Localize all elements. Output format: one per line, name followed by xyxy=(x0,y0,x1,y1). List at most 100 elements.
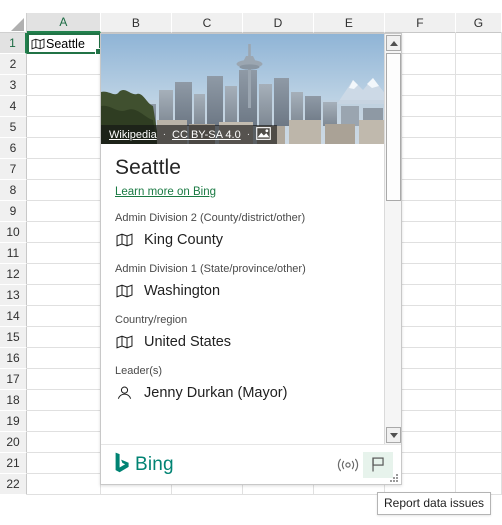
cell-G11[interactable] xyxy=(456,243,502,264)
cell-G15[interactable] xyxy=(456,327,502,348)
map-icon xyxy=(115,233,133,247)
cell-A12[interactable] xyxy=(27,264,101,285)
row-header-20[interactable]: 20 xyxy=(0,432,27,453)
row-header-13[interactable]: 13 xyxy=(0,285,27,306)
cell-G7[interactable] xyxy=(456,159,502,180)
learn-more-on-bing-link[interactable]: Learn more on Bing xyxy=(115,186,216,198)
card-field-value: Washington xyxy=(144,283,221,299)
cell-A16[interactable] xyxy=(27,348,101,369)
card-field-value-row: King County xyxy=(115,230,401,250)
cell-G17[interactable] xyxy=(456,369,502,390)
column-header-f[interactable]: F xyxy=(385,13,456,33)
cell-G8[interactable] xyxy=(456,180,502,201)
cell-A8[interactable] xyxy=(27,180,101,201)
row-header-4[interactable]: 4 xyxy=(0,96,27,117)
column-header-d[interactable]: D xyxy=(243,13,314,33)
row-header-label: 20 xyxy=(6,435,20,449)
cell-A21[interactable] xyxy=(27,453,101,474)
column-header-label: C xyxy=(202,15,212,30)
row-header-14[interactable]: 14 xyxy=(0,306,27,327)
cell-G20[interactable] xyxy=(456,432,502,453)
cell-G5[interactable] xyxy=(456,117,502,138)
row-header-8[interactable]: 8 xyxy=(0,180,27,201)
cell-G4[interactable] xyxy=(456,96,502,117)
cell-A14[interactable] xyxy=(27,306,101,327)
column-header-e[interactable]: E xyxy=(314,13,385,33)
cell-A19[interactable] xyxy=(27,411,101,432)
cell-G6[interactable] xyxy=(456,138,502,159)
cell-A20[interactable] xyxy=(27,432,101,453)
scroll-down-arrow-icon[interactable] xyxy=(386,427,401,443)
column-header-a[interactable]: A xyxy=(27,13,101,33)
row-header-5[interactable]: 5 xyxy=(0,117,27,138)
refresh-data-icon[interactable] xyxy=(333,452,363,478)
cell-A10[interactable] xyxy=(27,222,101,243)
row-header-3[interactable]: 3 xyxy=(0,75,27,96)
cell-A2[interactable] xyxy=(27,54,101,75)
image-icon[interactable] xyxy=(256,126,271,143)
row-header-1[interactable]: 1 xyxy=(0,33,27,54)
row-header-label: 7 xyxy=(9,162,17,176)
row-header-2[interactable]: 2 xyxy=(0,54,27,75)
column-header-label: B xyxy=(131,15,141,30)
card-field-label: Admin Division 2 (County/district/other) xyxy=(115,212,306,224)
row-header-17[interactable]: 17 xyxy=(0,369,27,390)
attribution-source-link[interactable]: Wikipedia xyxy=(109,129,157,141)
cell-G3[interactable] xyxy=(456,75,502,96)
cell-G9[interactable] xyxy=(456,201,502,222)
cell-A22[interactable] xyxy=(27,474,101,495)
row-header-6[interactable]: 6 xyxy=(0,138,27,159)
row-header-12[interactable]: 12 xyxy=(0,264,27,285)
cell-A18[interactable] xyxy=(27,390,101,411)
row-header-11[interactable]: 11 xyxy=(0,243,27,264)
column-header-b[interactable]: B xyxy=(101,13,172,33)
bing-logo[interactable]: Bing xyxy=(115,452,174,478)
card-resize-handle[interactable] xyxy=(390,474,399,483)
select-all-corner-button[interactable] xyxy=(0,13,27,33)
card-hero-image: Wikipedia · CC BY-SA 4.0 · xyxy=(101,34,401,144)
cell-A5[interactable] xyxy=(27,117,101,138)
column-header-label: F xyxy=(416,15,424,30)
cell-A11[interactable] xyxy=(27,243,101,264)
row-header-18[interactable]: 18 xyxy=(0,390,27,411)
cell-A13[interactable] xyxy=(27,285,101,306)
cell-A7[interactable] xyxy=(27,159,101,180)
attribution-license-link[interactable]: CC BY-SA 4.0 xyxy=(172,129,241,141)
report-flag-icon[interactable] xyxy=(363,451,393,478)
row-header-15[interactable]: 15 xyxy=(0,327,27,348)
card-footer: Bing xyxy=(101,444,401,484)
card-scrollbar[interactable] xyxy=(384,34,401,444)
map-icon xyxy=(115,284,133,298)
scroll-up-arrow-icon[interactable] xyxy=(386,35,401,51)
row-header-22[interactable]: 22 xyxy=(0,474,27,495)
cell-G19[interactable] xyxy=(456,411,502,432)
cell-G1[interactable] xyxy=(456,33,502,54)
cell-G13[interactable] xyxy=(456,285,502,306)
card-field-value: United States xyxy=(144,334,232,350)
row-header-16[interactable]: 16 xyxy=(0,348,27,369)
row-header-9[interactable]: 9 xyxy=(0,201,27,222)
cell-A3[interactable] xyxy=(27,75,101,96)
row-header-7[interactable]: 7 xyxy=(0,159,27,180)
active-cell-a1[interactable]: Seattle xyxy=(27,33,102,55)
row-header-21[interactable]: 21 xyxy=(0,453,27,474)
cell-G18[interactable] xyxy=(456,390,502,411)
cell-A15[interactable] xyxy=(27,327,101,348)
cell-A6[interactable] xyxy=(27,138,101,159)
row-header-10[interactable]: 10 xyxy=(0,222,27,243)
cell-G12[interactable] xyxy=(456,264,502,285)
cell-G21[interactable] xyxy=(456,453,502,474)
cell-A17[interactable] xyxy=(27,369,101,390)
cell-G16[interactable] xyxy=(456,348,502,369)
cell-G14[interactable] xyxy=(456,306,502,327)
cell-G10[interactable] xyxy=(456,222,502,243)
card-scroll-thumb[interactable] xyxy=(386,53,401,201)
row-header-label: 17 xyxy=(6,372,20,386)
row-header-19[interactable]: 19 xyxy=(0,411,27,432)
column-header-c[interactable]: C xyxy=(172,13,243,33)
column-header-g[interactable]: G xyxy=(456,13,502,33)
cell-G2[interactable] xyxy=(456,54,502,75)
cell-A4[interactable] xyxy=(27,96,101,117)
column-header-label: D xyxy=(273,15,283,30)
cell-A9[interactable] xyxy=(27,201,101,222)
